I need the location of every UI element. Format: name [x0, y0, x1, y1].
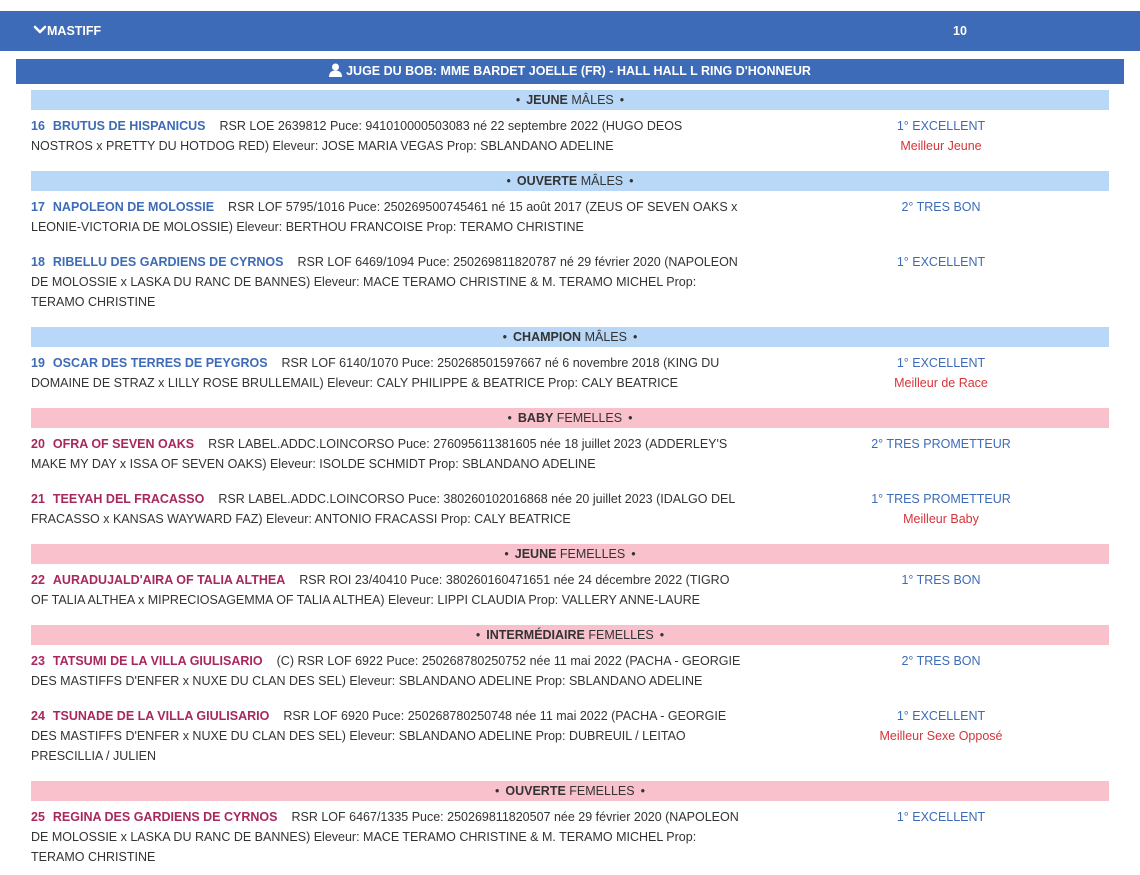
chevron-down-icon[interactable] — [33, 24, 47, 36]
entry-description: 23 TATSUMI DE LA VILLA GIULISARIO (C) RSR … — [31, 651, 741, 691]
breed-name: MASTIFF — [47, 24, 102, 38]
entry-result: 2° TRES PROMETTEUR — [841, 434, 1041, 454]
entry-result: 1° EXCELLENT — [841, 807, 1041, 827]
result-grade: 1° EXCELLENT — [896, 709, 986, 723]
entry-number: 23 — [31, 654, 45, 668]
result-grade: 1° EXCELLENT — [896, 119, 986, 133]
dog-name[interactable]: TEEYAH DEL FRACASSO — [53, 492, 204, 506]
dog-name[interactable]: NAPOLEON DE MOLOSSIE — [53, 200, 214, 214]
class-sex: MÂLES — [584, 330, 627, 344]
result-award: Meilleur Jeune — [900, 139, 982, 153]
dog-name[interactable]: OSCAR DES TERRES DE PEYGROS — [53, 356, 268, 370]
entry-description: 24 TSUNADE DE LA VILLA GIULISARIO RSR LOF … — [31, 706, 741, 766]
result-grade: 1° TRES PROMETTEUR — [871, 492, 1011, 506]
result-grade: 1° EXCELLENT — [896, 810, 986, 824]
breed-header[interactable]: MASTIFF 10 — [0, 11, 1140, 51]
entry-description: 20 OFRA OF SEVEN OAKS RSR LABEL.ADDC.LOINC… — [31, 434, 741, 474]
class-header: • INTERMÉDIAIRE FEMELLES • — [31, 625, 1109, 645]
result-grade: 1° EXCELLENT — [896, 255, 986, 269]
entry-number: 22 — [31, 573, 45, 587]
entry-number: 19 — [31, 356, 45, 370]
entry-result: 2° TRES BON — [841, 197, 1041, 217]
class-name: JEUNE — [526, 93, 568, 107]
entry-result: 1° EXCELLENT Meilleur Sexe Opposé — [841, 706, 1041, 746]
result-grade: 1° EXCELLENT — [896, 356, 986, 370]
class-sex: FEMELLES — [559, 547, 626, 561]
entry-result: 1° TRES PROMETTEUR Meilleur Baby — [841, 489, 1041, 529]
entry-description: 25 REGINA DES GARDIENS DE CYRNOS RSR LOF 6… — [31, 807, 741, 867]
dog-name[interactable]: TSUNADE DE LA VILLA GIULISARIO — [53, 709, 269, 723]
result-award: Meilleur Baby — [903, 512, 979, 526]
entry-description: 21 TEEYAH DEL FRACASSO RSR LABEL.ADDC.LOIN… — [31, 489, 741, 529]
entry-number: 16 — [31, 119, 45, 133]
class-name: OUVERTE — [516, 174, 578, 188]
entry-description: 18 RIBELLU DES GARDIENS DE CYRNOS RSR LOF … — [31, 252, 741, 312]
judge-bar: JUGE DU BOB: MME BARDET JOELLE (FR) - HA… — [16, 59, 1124, 84]
class-header: • JEUNE FEMELLES • — [31, 544, 1109, 564]
dog-name[interactable]: BRUTUS DE HISPANICUS — [53, 119, 206, 133]
dog-name[interactable]: REGINA DES GARDIENS DE CYRNOS — [53, 810, 278, 824]
class-sex: MÂLES — [580, 174, 624, 188]
result-grade: 2° TRES PROMETTEUR — [871, 437, 1011, 451]
class-sex: FEMELLES — [588, 628, 654, 642]
dog-name[interactable]: TATSUMI DE LA VILLA GIULISARIO — [53, 654, 263, 668]
class-name: BABY — [517, 411, 554, 425]
entry-result: 2° TRES BON — [841, 651, 1041, 671]
class-sex: FEMELLES — [569, 784, 635, 798]
user-icon — [329, 63, 343, 77]
class-header: • BABY FEMELLES • — [31, 408, 1109, 428]
class-name: CHAMPION — [513, 330, 582, 344]
entry-result: 1° EXCELLENT Meilleur Jeune — [841, 116, 1041, 156]
class-name: OUVERTE — [505, 784, 566, 798]
result-grade: 1° TRES BON — [901, 573, 981, 587]
class-header: • CHAMPION MÂLES • — [31, 327, 1109, 347]
entry-number: 20 — [31, 437, 45, 451]
judge-text: JUGE DU BOB: MME BARDET JOELLE (FR) - HA… — [346, 64, 811, 78]
entry-description: 22 AURADUJALD'AIRA OF TALIA ALTHEA RSR ROI… — [31, 570, 741, 610]
dog-name[interactable]: OFRA OF SEVEN OAKS — [53, 437, 194, 451]
entry-number: 17 — [31, 200, 45, 214]
class-header: • OUVERTE MÂLES • — [31, 171, 1109, 191]
entry-description: 17 NAPOLEON DE MOLOSSIE RSR LOF 5795/1016 … — [31, 197, 741, 237]
class-name: JEUNE — [514, 547, 557, 561]
result-grade: 2° TRES BON — [901, 200, 981, 214]
class-name: INTERMÉDIAIRE — [486, 628, 585, 642]
entry-number: 24 — [31, 709, 45, 723]
dog-name[interactable]: RIBELLU DES GARDIENS DE CYRNOS — [53, 255, 284, 269]
entry-result: 1° EXCELLENT Meilleur de Race — [841, 353, 1041, 393]
result-award: Meilleur de Race — [894, 376, 988, 390]
entry-number: 18 — [31, 255, 45, 269]
class-sex: MÂLES — [571, 93, 614, 107]
class-header: • OUVERTE FEMELLES • — [31, 781, 1109, 801]
entry-number: 25 — [31, 810, 45, 824]
result-grade: 2° TRES BON — [901, 654, 981, 668]
entry-number: 21 — [31, 492, 45, 506]
entry-description: 19 OSCAR DES TERRES DE PEYGROS RSR LOF 614… — [31, 353, 741, 393]
result-award: Meilleur Sexe Opposé — [879, 729, 1003, 743]
class-sex: FEMELLES — [556, 411, 623, 425]
class-header: • JEUNE MÂLES • — [31, 90, 1109, 110]
entry-result: 1° TRES BON — [841, 570, 1041, 590]
entry-description: 16 BRUTUS DE HISPANICUS RSR LOE 2639812 Pu… — [31, 116, 741, 156]
breed-entry-count: 10 — [953, 24, 967, 38]
dog-name[interactable]: AURADUJALD'AIRA OF TALIA ALTHEA — [53, 573, 285, 587]
entry-result: 1° EXCELLENT — [841, 252, 1041, 272]
